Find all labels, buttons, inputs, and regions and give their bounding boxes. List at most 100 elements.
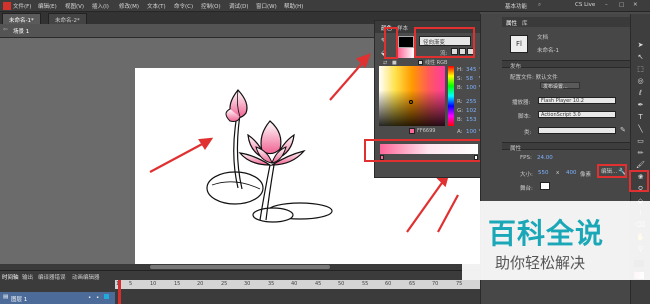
stage-color-swatch[interactable] xyxy=(540,182,550,190)
properties-section-header[interactable]: 属性 xyxy=(502,142,630,152)
document-name: 未命名-1 xyxy=(537,48,559,54)
fps-value[interactable]: 24.00 xyxy=(537,155,553,161)
frame-tick: 50 xyxy=(338,281,345,287)
frame-tick: 75 xyxy=(456,281,463,287)
frame-tick: 60 xyxy=(385,281,392,287)
config-file-label: 配置文件: 默认文件 xyxy=(510,75,558,81)
pen-tool-icon[interactable]: ✒ xyxy=(634,100,647,110)
frame-tick: 65 xyxy=(409,281,416,287)
pencil-tool-icon[interactable]: ✏ xyxy=(634,148,647,158)
linear-rgb-checkbox[interactable] xyxy=(418,60,423,65)
playhead[interactable] xyxy=(118,280,121,304)
player-value: Flash Player 10.2 xyxy=(541,98,584,104)
subselection-tool-icon[interactable]: ↖ xyxy=(634,52,647,62)
highlight-fill-tools xyxy=(384,27,398,59)
player-label: 播放器: xyxy=(512,100,531,106)
brightness-value[interactable]: 100 xyxy=(466,85,477,91)
highlight-paint-bucket-tool xyxy=(629,170,649,192)
rectangle-tool-icon[interactable]: ▭ xyxy=(634,136,647,146)
class-label: 类: xyxy=(524,130,532,136)
hue-value[interactable]: 345 xyxy=(466,67,477,73)
blue-label: B: xyxy=(457,117,463,123)
brightness-label: B: xyxy=(457,85,463,91)
size-edit-button[interactable]: 编辑... xyxy=(601,167,617,175)
red-label: R: xyxy=(457,99,463,105)
scrollbar-thumb[interactable] xyxy=(150,265,330,269)
script-value: ActionScript 3.0 xyxy=(541,112,581,118)
frame-tick: 45 xyxy=(315,281,322,287)
outline-square-icon[interactable] xyxy=(104,294,109,299)
height-value[interactable]: 400 xyxy=(566,170,577,176)
saturation-label: S: xyxy=(457,76,463,82)
color-spectrum-picker[interactable] xyxy=(379,66,445,126)
alpha-value[interactable]: 100 xyxy=(466,129,477,135)
frame-tick: 70 xyxy=(432,281,439,287)
lock-dot-icon[interactable]: • xyxy=(96,295,99,301)
publish-section-header[interactable]: 发布 xyxy=(502,60,630,70)
highlight-size-edit: 编辑... xyxy=(597,164,627,178)
fps-label: FPS: xyxy=(520,155,532,161)
layer-name[interactable]: 图层 1 xyxy=(11,295,27,303)
frame-tick: 55 xyxy=(362,281,369,287)
tab-timeline[interactable]: 时间轴 xyxy=(2,273,19,281)
green-value[interactable]: 102 xyxy=(466,108,477,114)
publish-settings-label: 发布设置... xyxy=(543,84,568,90)
frame-tick: 40 xyxy=(291,281,298,287)
hue-label: H: xyxy=(457,67,463,73)
frame-tick: 5 xyxy=(129,281,133,287)
fill-color-swatch[interactable] xyxy=(398,48,414,58)
tab-library[interactable]: 库 xyxy=(522,19,528,27)
stage-color-label: 舞台: xyxy=(520,186,533,192)
tab-swatches[interactable]: 样本 xyxy=(397,24,408,32)
alpha-label: A: xyxy=(457,129,463,135)
script-select[interactable]: ActionScript 3.0 xyxy=(538,111,616,118)
document-icon: Fl xyxy=(510,35,528,53)
frame-tick: 10 xyxy=(150,281,157,287)
frame-tick: 30 xyxy=(244,281,251,287)
hue-slider[interactable] xyxy=(448,66,454,126)
frame-tick: 20 xyxy=(197,281,204,287)
spectrum-cursor[interactable] xyxy=(409,100,413,104)
lasso-tool-icon[interactable]: ℓ xyxy=(634,88,647,98)
current-color-swatch xyxy=(409,128,415,134)
green-label: G: xyxy=(457,108,464,114)
stroke-color-swatch[interactable] xyxy=(398,36,414,48)
text-tool-icon[interactable]: T xyxy=(634,112,647,122)
line-tool-icon[interactable]: ╲ xyxy=(634,124,647,134)
saturation-value[interactable]: 58 xyxy=(466,76,473,82)
size-label: 大小: xyxy=(520,172,533,178)
script-label: 脚本: xyxy=(518,114,531,120)
selection-tool-icon[interactable]: ➤ xyxy=(634,40,647,50)
tab-properties[interactable]: 属性 xyxy=(506,19,517,27)
properties-section-label: 属性 xyxy=(510,146,522,152)
layer-row[interactable]: ▤ 图层 1 • • xyxy=(0,292,115,304)
free-transform-tool-icon[interactable]: ⬚ xyxy=(634,64,647,74)
tab-motion-editor[interactable]: 动画编辑器 xyxy=(72,273,100,281)
brush-tool-icon[interactable]: 🖌 xyxy=(634,160,647,170)
visibility-dot-icon[interactable]: • xyxy=(88,295,91,301)
highlight-gradient-bar xyxy=(364,139,492,162)
class-input[interactable] xyxy=(538,127,616,134)
properties-tabs: 属性 库 xyxy=(502,17,630,27)
publish-section-label: 发布 xyxy=(510,64,522,70)
size-unit: 像素 xyxy=(580,172,592,178)
frame-tick: 15 xyxy=(174,281,181,287)
tab-output[interactable]: 输出 xyxy=(22,273,33,281)
edit-pencil-icon[interactable]: ✎ xyxy=(620,126,626,134)
tab-compiler-errors[interactable]: 编译器错误 xyxy=(38,273,66,281)
watermark-subtitle: 助你轻松解决 xyxy=(495,254,586,272)
watermark-title: 百科全说 xyxy=(488,217,605,250)
frame-tick: 35 xyxy=(268,281,275,287)
highlight-fill-type xyxy=(414,27,475,58)
frame-tick: 25 xyxy=(221,281,228,287)
timeline-ruler[interactable]: 1 5 10 15 20 25 30 35 40 45 50 55 60 65 … xyxy=(115,280,480,289)
size-separator: x xyxy=(556,170,560,176)
3d-rotation-tool-icon[interactable]: ◎ xyxy=(634,76,647,86)
publish-settings-button[interactable]: 发布设置... xyxy=(540,82,580,90)
hex-value[interactable]: FF6699 xyxy=(417,128,435,134)
red-value[interactable]: 255 xyxy=(466,99,477,105)
player-select[interactable]: Flash Player 10.2 xyxy=(538,97,616,104)
blue-value[interactable]: 153 xyxy=(466,117,477,123)
layer-icon: ▤ xyxy=(3,294,9,300)
width-value[interactable]: 550 xyxy=(538,170,549,176)
